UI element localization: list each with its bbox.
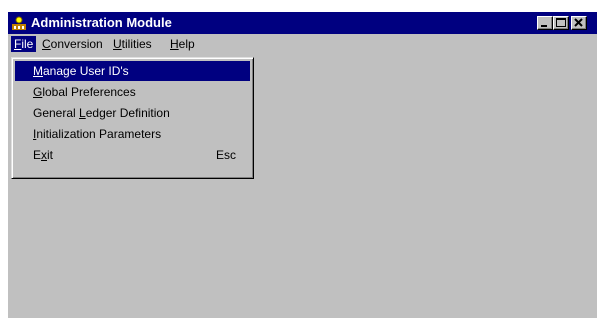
menu-item-exit[interactable]: Exit Esc <box>15 145 250 165</box>
application-window: Administration Module File Conversion Ut… <box>8 12 597 318</box>
menu-help[interactable]: Help <box>167 36 198 52</box>
close-icon <box>574 18 583 27</box>
file-menu-dropdown: Manage User ID's Global Preferences Gene… <box>11 57 254 179</box>
app-icon[interactable] <box>11 15 27 31</box>
menu-utilities[interactable]: Utilities <box>110 36 155 52</box>
title-bar[interactable]: Administration Module <box>8 12 597 34</box>
menu-item-global-preferences[interactable]: Global Preferences <box>15 82 250 102</box>
close-button[interactable] <box>571 16 587 30</box>
menu-file[interactable]: File <box>11 36 37 52</box>
menu-bar: File Conversion Utilities Help <box>8 34 597 54</box>
exit-shortcut: Esc <box>215 148 236 162</box>
maximize-icon <box>556 18 566 27</box>
menu-item-initialization-parameters[interactable]: Initialization Parameters <box>15 124 250 144</box>
menu-item-general-ledger-definition[interactable]: General Ledger Definition <box>15 103 250 123</box>
minimize-icon <box>541 25 547 27</box>
window-title: Administration Module <box>31 15 172 30</box>
menu-conversion[interactable]: Conversion <box>39 36 106 52</box>
minimize-button[interactable] <box>537 16 553 30</box>
maximize-button[interactable] <box>553 16 569 30</box>
menu-item-manage-user-ids[interactable]: Manage User ID's <box>15 61 250 81</box>
